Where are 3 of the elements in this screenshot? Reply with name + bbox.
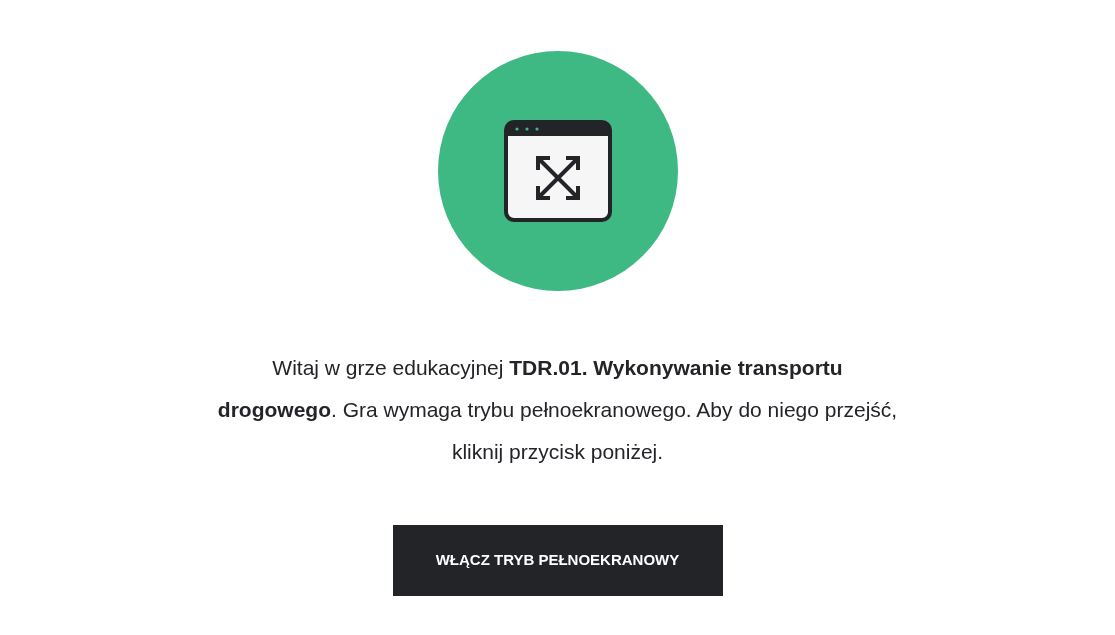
fullscreen-button[interactable]: WŁĄCZ TRYB PEŁNOEKRANOWY [392, 525, 723, 596]
welcome-message: Witaj w grze edukacyjnej TDR.01. Wykonywanie transportu drogowego. Gra wymaga trybu pełnoekranowego. Aby do niego przejść, kliknij przycisk poniżej. [217, 355, 898, 465]
fullscreen-window-icon [503, 120, 612, 222]
